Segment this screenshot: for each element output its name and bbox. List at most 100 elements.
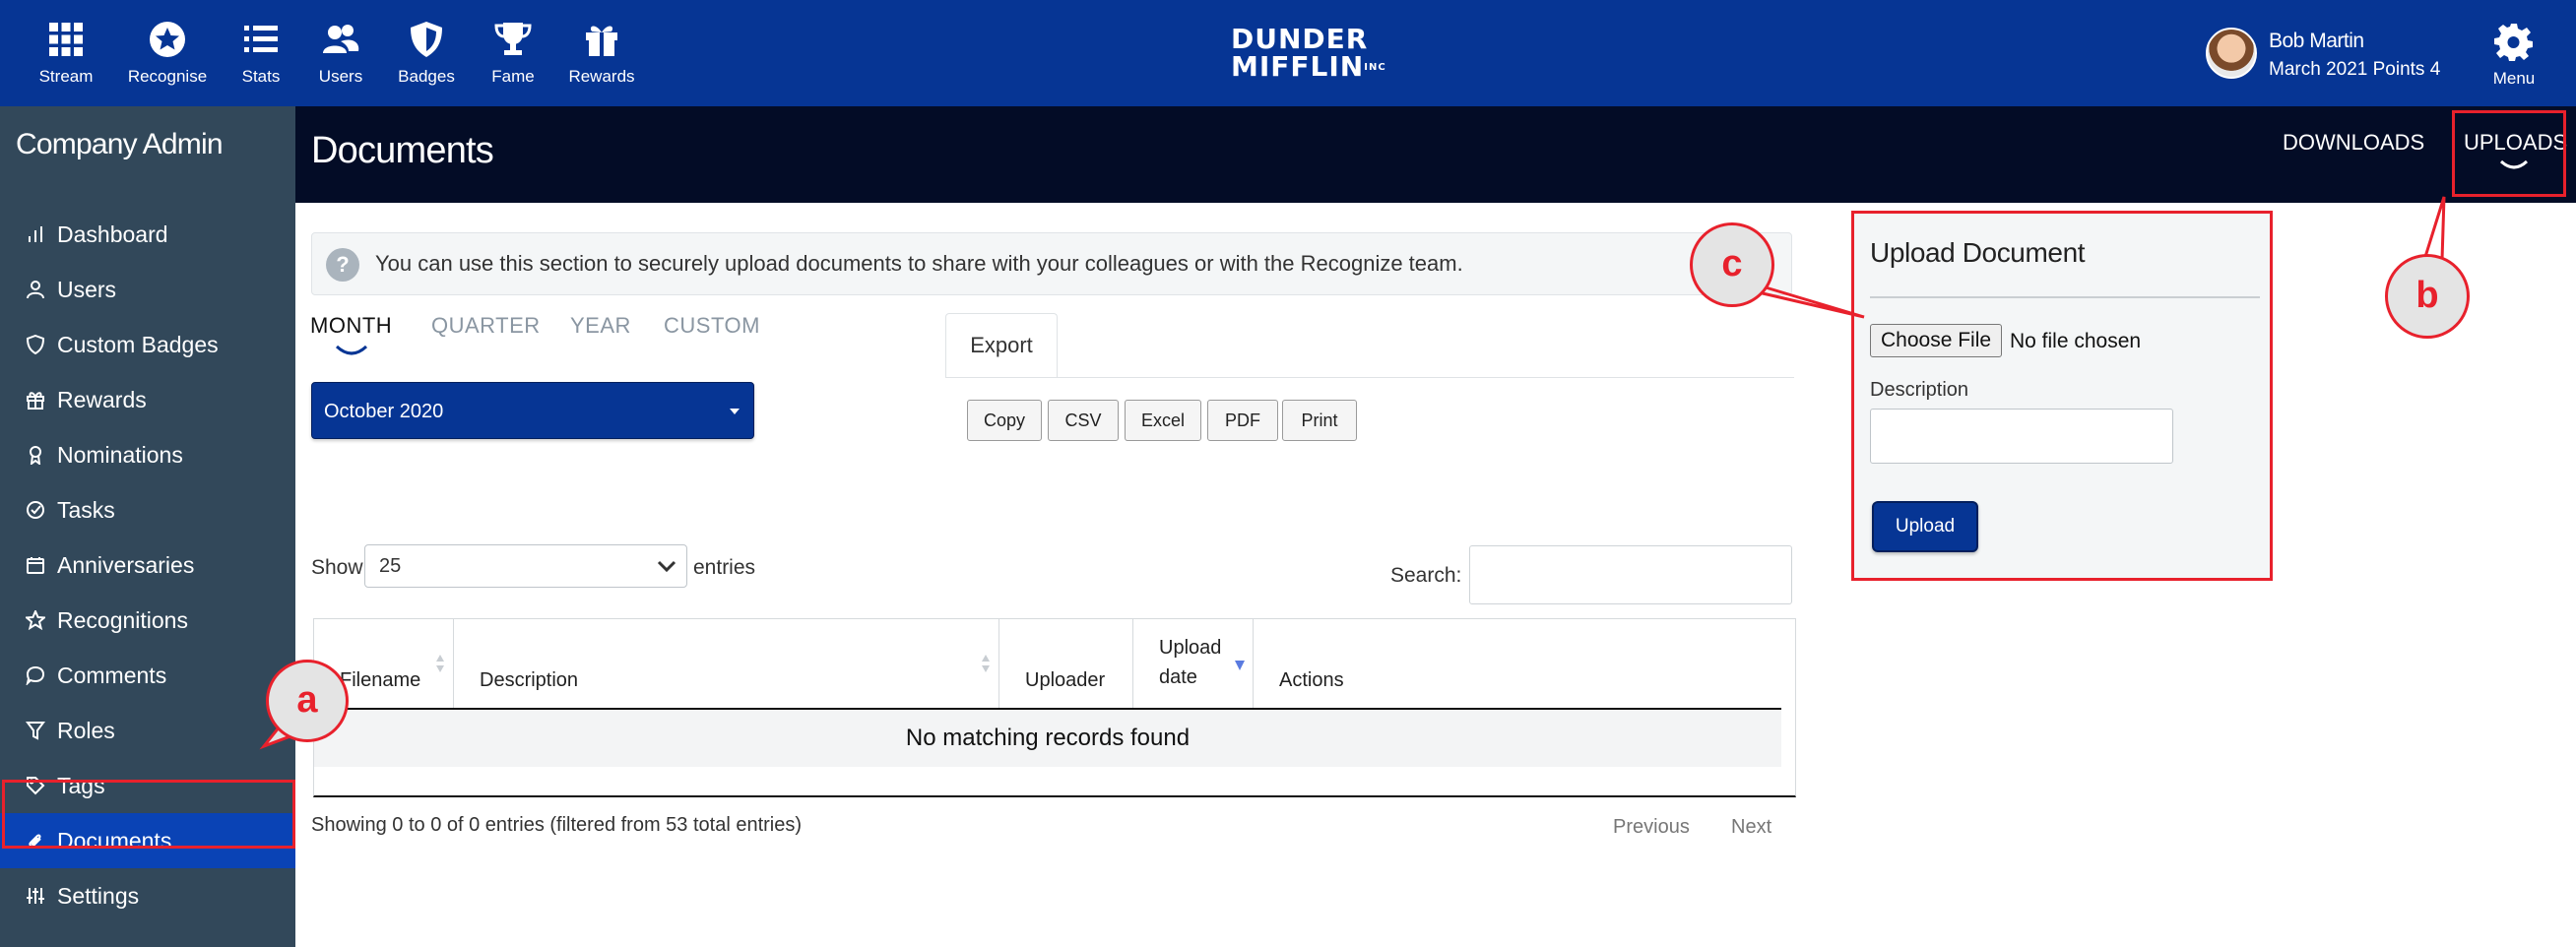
search-input[interactable]	[1469, 545, 1792, 604]
info-text: You can use this section to securely upl…	[375, 251, 1463, 276]
print-button[interactable]: Print	[1282, 400, 1357, 441]
column-header-label: Actions	[1279, 669, 1344, 691]
sidebar-item-dashboard[interactable]: Dashboard	[0, 207, 295, 262]
sidebar-item-tasks[interactable]: Tasks	[0, 482, 295, 537]
sidebar-item-custom-badges[interactable]: Custom Badges	[0, 317, 295, 372]
annotation-box-documents	[2, 780, 295, 849]
choose-file-button[interactable]: Choose File	[1870, 324, 2003, 357]
logo-line-2-text: MIFFLIN	[1231, 50, 1365, 83]
upload-button[interactable]: Upload	[1872, 501, 1978, 552]
column-header-label: Filename	[340, 669, 421, 691]
period-year[interactable]: YEAR	[570, 313, 631, 339]
entries-label: entries	[693, 556, 756, 579]
upload-panel-divider	[1870, 296, 2260, 298]
nav-users-label: Users	[318, 67, 363, 86]
nav-recognise[interactable]: Recognise	[113, 20, 222, 87]
list-icon	[244, 26, 278, 52]
search-label: Search:	[1390, 564, 1462, 587]
column-header-upload-date[interactable]: Upload date	[1133, 619, 1254, 708]
sliders-icon	[27, 888, 44, 904]
month-select-value: October 2020	[324, 401, 444, 422]
period-quarter[interactable]: QUARTER	[431, 313, 541, 339]
gear-icon	[2494, 24, 2533, 61]
export-tab[interactable]: Export	[945, 313, 1058, 378]
filter-icon	[26, 722, 45, 740]
column-header-label: Description	[480, 669, 579, 691]
column-header-uploader[interactable]: Uploader	[999, 619, 1133, 708]
sidebar-title: Company Admin	[16, 128, 224, 160]
pdf-button[interactable]: PDF	[1207, 400, 1278, 441]
sidebar-item-label: Comments	[57, 662, 167, 688]
excel-button[interactable]: Excel	[1125, 400, 1201, 441]
comment-icon	[26, 665, 45, 685]
sidebar-item-label: Rewards	[57, 386, 147, 412]
help-icon: ?	[326, 248, 359, 282]
sidebar-item-users[interactable]: Users	[0, 262, 295, 317]
entries-select[interactable]: 25	[364, 544, 687, 588]
copy-button[interactable]: Copy	[967, 400, 1042, 441]
user-icon	[27, 281, 44, 299]
sort-desc-icon	[1235, 661, 1245, 670]
caret-down-icon	[730, 409, 740, 414]
sort-icon	[436, 655, 444, 672]
sidebar-item-label: Anniversaries	[57, 551, 195, 578]
sidebar-item-label: Recognitions	[57, 606, 188, 633]
table-info: Showing 0 to 0 of 0 entries (filtered fr…	[311, 814, 803, 836]
documents-table: Filename Description Uploader Upload dat…	[313, 618, 1796, 797]
page-header: Documents	[295, 106, 2576, 203]
star-icon	[26, 610, 45, 630]
nav-stream[interactable]: Stream	[12, 20, 120, 87]
gift-icon	[27, 392, 44, 410]
period-month[interactable]: MONTH	[310, 313, 392, 339]
sidebar-item-settings[interactable]: Settings	[0, 868, 295, 923]
upload-document-panel: Upload Document Choose File No file chos…	[1851, 211, 2273, 581]
sidebar-item-anniversaries[interactable]: Anniversaries	[0, 537, 295, 593]
sidebar-item-label: Roles	[57, 717, 115, 743]
grid-icon	[49, 23, 83, 56]
star-circle-icon	[150, 22, 185, 57]
column-header-label: Upload date	[1159, 633, 1221, 692]
calendar-icon	[27, 557, 44, 574]
previous-page-button[interactable]: Previous	[1613, 816, 1690, 839]
csv-button[interactable]: CSV	[1048, 400, 1119, 441]
shield-icon	[411, 22, 442, 57]
logo-suffix: INC	[1364, 62, 1386, 73]
trophy-icon	[494, 23, 532, 55]
user-name[interactable]: Bob Martin	[2269, 30, 2364, 53]
sidebar-item-label: Tasks	[57, 496, 115, 523]
sidebar-item-recognitions[interactable]: Recognitions	[0, 593, 295, 648]
description-input[interactable]	[1870, 409, 2173, 464]
sidebar-item-nominations[interactable]: Nominations	[0, 427, 295, 482]
sidebar-item-comments[interactable]: Comments	[0, 648, 295, 703]
sidebar-item-label: Nominations	[57, 441, 183, 468]
chevron-down-icon	[657, 560, 676, 573]
award-icon	[30, 446, 41, 465]
nav-stream-label: Stream	[38, 67, 94, 86]
upload-date-line-2: date	[1159, 666, 1197, 688]
sidebar-item-rewards[interactable]: Rewards	[0, 372, 295, 427]
nav-fame-label: Fame	[491, 67, 535, 86]
annotation-callout-b: b	[2385, 254, 2470, 339]
sort-icon	[982, 655, 990, 672]
nav-rewards[interactable]: Rewards	[547, 20, 656, 87]
nav-recognise-label: Recognise	[127, 67, 208, 86]
sidebar-item-roles[interactable]: Roles	[0, 703, 295, 758]
period-custom[interactable]: CUSTOM	[664, 313, 760, 339]
column-header-actions: Actions	[1254, 619, 1781, 708]
upload-panel-title: Upload Document	[1870, 237, 2086, 268]
nav-badges-label: Badges	[398, 67, 455, 86]
dunder-mifflin-logo[interactable]: DUNDER MIFFLININC	[1231, 26, 1385, 82]
column-header-label: Uploader	[1025, 669, 1106, 691]
column-header-description[interactable]: Description	[454, 619, 999, 708]
export-divider	[945, 377, 1794, 378]
menu-label: Menu	[2492, 69, 2536, 88]
month-select[interactable]: October 2020	[311, 382, 754, 439]
tab-downloads[interactable]: DOWNLOADS	[2283, 130, 2424, 156]
sidebar-item-label: Settings	[57, 882, 140, 909]
avatar[interactable]	[2206, 28, 2257, 79]
upload-date-line-1: Upload	[1159, 637, 1222, 659]
annotation-box-uploads	[2452, 110, 2566, 197]
next-page-button[interactable]: Next	[1731, 816, 1771, 839]
menu-button[interactable]: Menu	[2462, 22, 2566, 89]
sidebar-item-label: Dashboard	[57, 221, 168, 247]
